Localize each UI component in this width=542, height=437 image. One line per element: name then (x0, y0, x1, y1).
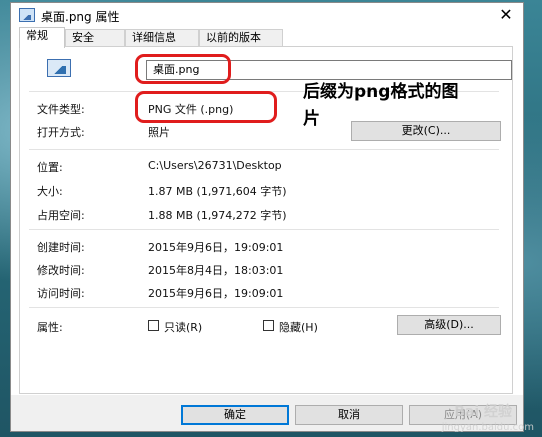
tab-details[interactable]: 详细信息 (125, 29, 199, 47)
readonly-label[interactable]: 只读(R) (164, 319, 202, 335)
modified-label: 修改时间: (37, 264, 85, 277)
separator (29, 229, 499, 230)
cancel-button[interactable]: 取消 (295, 405, 403, 425)
separator (29, 307, 499, 308)
separator (29, 149, 499, 150)
advanced-button[interactable]: 高级(D)... (397, 315, 501, 335)
file-type-label: 文件类型: (37, 103, 85, 116)
modified-value: 2015年8月4日，18:03:01 (148, 264, 284, 277)
hidden-label[interactable]: 隐藏(H) (279, 319, 318, 335)
open-with-value: 照片 (148, 126, 170, 139)
hidden-checkbox[interactable] (263, 320, 274, 331)
annotation-line-1: 后缀为png格式的图 (303, 82, 459, 102)
size-on-disk-value: 1.88 MB (1,974,272 字节) (148, 209, 287, 222)
location-label: 位置: (37, 161, 63, 174)
accessed-label: 访问时间: (37, 287, 85, 300)
filename-highlight (135, 54, 231, 84)
tab-general[interactable]: 常规 (19, 27, 65, 48)
accessed-value: 2015年9月6日，19:09:01 (148, 287, 284, 300)
open-with-label: 打开方式: (37, 126, 85, 139)
watermark-url: jingyan.baidu.com (441, 422, 534, 433)
readonly-checkbox[interactable] (148, 320, 159, 331)
image-file-icon (47, 59, 71, 77)
annotation-line-2: 片 (303, 109, 320, 129)
attributes-label: 属性: (37, 321, 63, 334)
created-label: 创建时间: (37, 241, 85, 254)
annotation-text: 后缀为png格式的图 片 (303, 79, 503, 133)
size-value: 1.87 MB (1,971,604 字节) (148, 185, 287, 198)
tab-previous-versions[interactable]: 以前的版本 (199, 29, 283, 47)
created-value: 2015年9月6日，19:09:01 (148, 241, 284, 254)
close-button[interactable]: ✕ (489, 3, 523, 27)
location-value: C:\Users\26731\Desktop (148, 159, 282, 172)
image-file-icon (19, 8, 35, 22)
ok-button[interactable]: 确定 (181, 405, 289, 425)
tab-security[interactable]: 安全 (65, 29, 125, 47)
baidu-watermark-logo: Bai 经验 (454, 404, 512, 420)
title-bar[interactable]: 桌面.png 属性 ✕ (11, 3, 523, 27)
size-label: 大小: (37, 185, 63, 198)
properties-dialog: 桌面.png 属性 ✕ 常规 安全 详细信息 以前的版本 桌面.png 文件类型… (10, 2, 524, 432)
file-type-highlight (135, 91, 277, 123)
window-title: 桌面.png 属性 (41, 10, 120, 24)
size-on-disk-label: 占用空间: (37, 209, 85, 222)
